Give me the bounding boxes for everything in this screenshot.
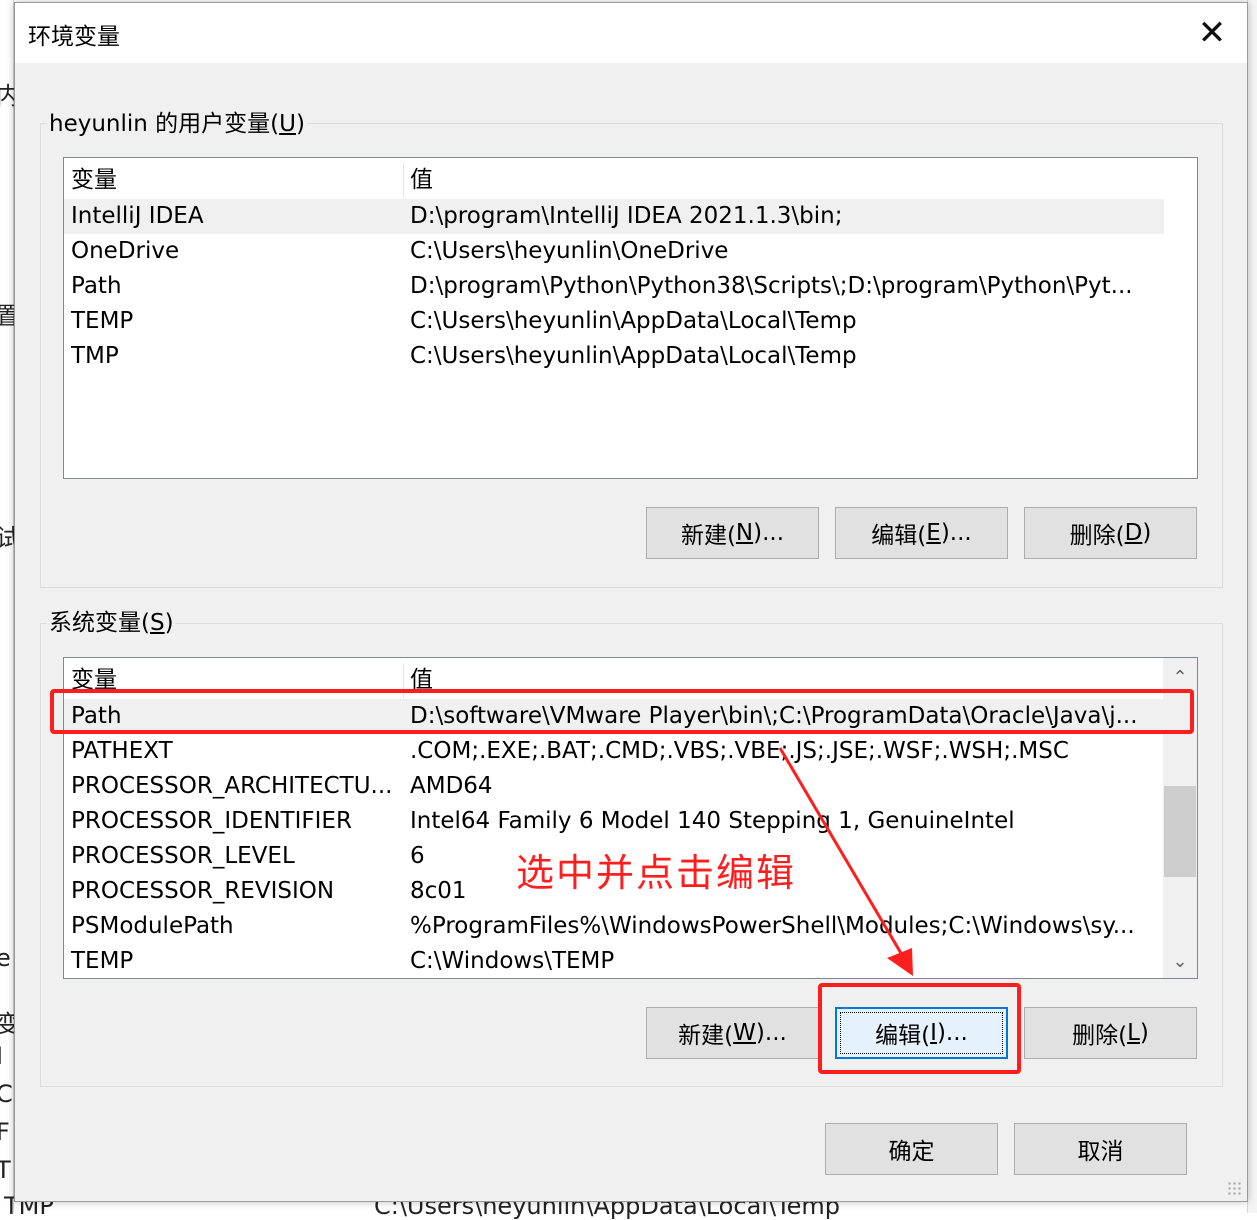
annotation-arrow-line [778, 747, 907, 961]
annotation-arrow [778, 747, 913, 976]
